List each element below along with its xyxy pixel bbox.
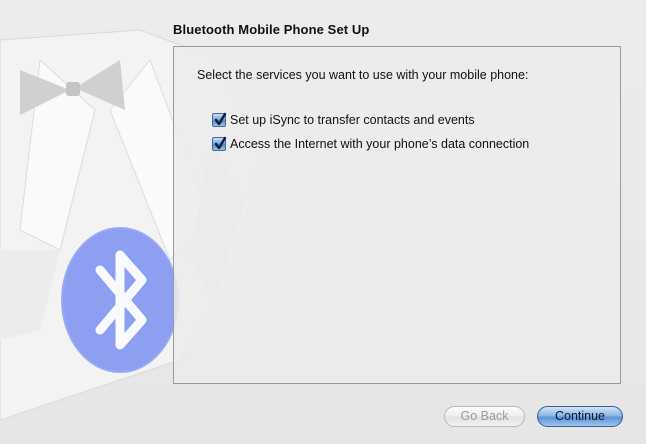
checkmark-icon	[214, 112, 227, 126]
go-back-button[interactable]: Go Back	[444, 406, 525, 427]
internet-checkbox[interactable]	[212, 136, 227, 151]
internet-option-label: Access the Internet with your phone’s da…	[230, 137, 530, 151]
page-title: Bluetooth Mobile Phone Set Up	[173, 22, 370, 37]
content-panel: Select the services you want to use with…	[173, 46, 621, 384]
isync-checkbox[interactable]	[212, 112, 227, 127]
checkmark-icon	[214, 136, 227, 150]
continue-button[interactable]: Continue	[537, 406, 623, 427]
isync-option-label: Set up iSync to transfer contacts and ev…	[230, 113, 475, 127]
instructions-text: Select the services you want to use with…	[197, 68, 529, 82]
internet-option[interactable]: Access the Internet with your phone’s da…	[212, 136, 530, 151]
setup-assistant-window: Bluetooth Mobile Phone Set Up Select the…	[0, 0, 646, 444]
isync-option[interactable]: Set up iSync to transfer contacts and ev…	[212, 112, 475, 127]
